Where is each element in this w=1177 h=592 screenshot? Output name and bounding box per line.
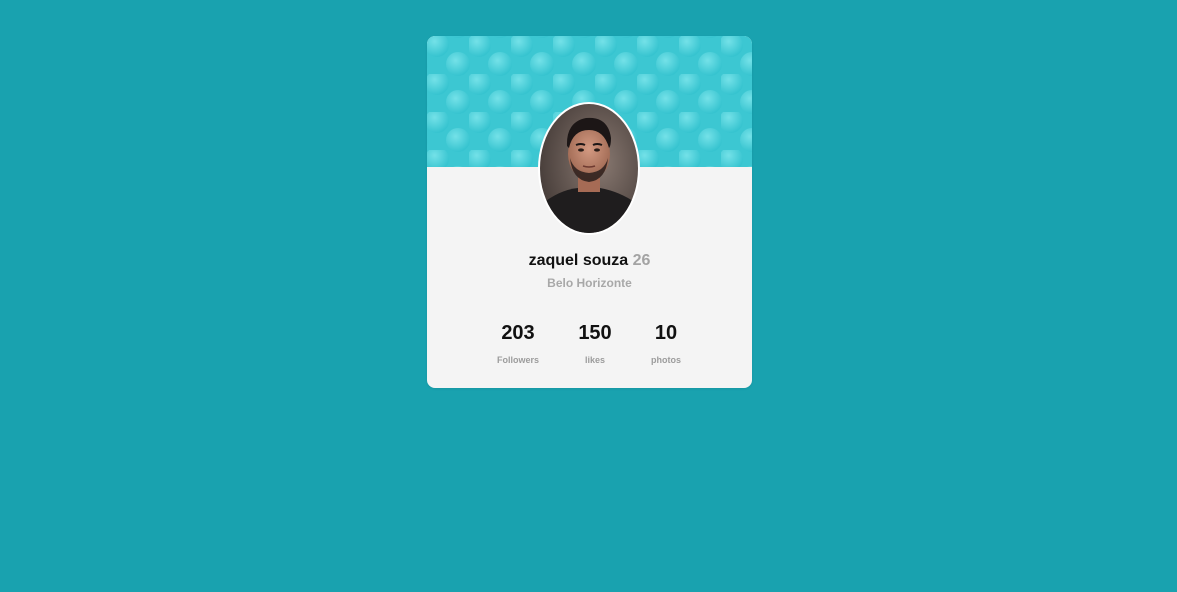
stat-value: 10 <box>654 322 678 344</box>
stat-label: photos <box>651 355 681 365</box>
profile-name-line: zaquel souza 26 <box>427 251 752 271</box>
avatar[interactable] <box>538 102 640 235</box>
stat-value: 150 <box>578 322 612 344</box>
profile-card: zaquel souza 26 Belo Horizonte 203 Follo… <box>427 36 752 388</box>
profile-age: 26 <box>632 252 651 269</box>
profile-name: zaquel souza <box>528 252 629 269</box>
profile-location: Belo Horizonte <box>547 276 632 290</box>
stat-label: Followers <box>496 355 539 365</box>
page: { "profile": { "name": "zaquel souza", "… <box>0 0 1177 592</box>
stat-likes[interactable]: 150 likes <box>555 321 635 366</box>
stat-value: 203 <box>501 322 535 344</box>
stat-followers[interactable]: 203 Followers <box>478 321 558 366</box>
stat-label: likes <box>584 355 606 365</box>
stat-photos[interactable]: 10 photos <box>626 321 706 366</box>
